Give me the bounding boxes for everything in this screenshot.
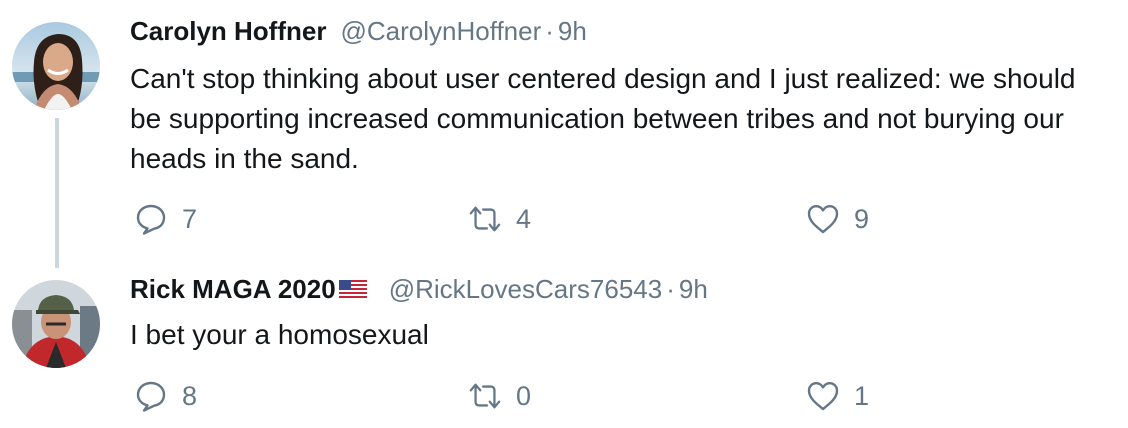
retweet-button[interactable]: 0 xyxy=(468,376,531,416)
avatar[interactable] xyxy=(12,22,100,110)
tweet-text: I bet your a homosexual xyxy=(130,319,429,350)
tweet-actions: 7 4 9 xyxy=(130,199,1030,239)
reply-button[interactable]: 7 xyxy=(134,199,197,239)
tweet[interactable]: Rick MAGA 2020 @RickLovesCars76543 · 9h I … xyxy=(0,262,1128,428)
separator-dot: · xyxy=(666,274,675,304)
tweet-header: Carolyn Hoffner @CarolynHoffner · 9h xyxy=(130,14,587,48)
retweet-icon xyxy=(468,202,502,236)
tweet-actions: 8 0 1 xyxy=(130,376,1030,416)
reply-button[interactable]: 8 xyxy=(134,376,197,416)
tweet-text: Can't stop thinking about user centered … xyxy=(130,63,1076,174)
tweet-timestamp[interactable]: 9h xyxy=(679,274,708,304)
tweet-thread: Carolyn Hoffner @CarolynHoffner · 9h Can't … xyxy=(0,0,1128,428)
like-button[interactable]: 9 xyxy=(806,199,869,239)
thread-line xyxy=(55,118,59,268)
tweet[interactable]: Carolyn Hoffner @CarolynHoffner · 9h Can't … xyxy=(0,0,1128,268)
retweet-count: 4 xyxy=(516,203,532,234)
us-flag-icon xyxy=(338,272,367,306)
retweet-button[interactable]: 4 xyxy=(468,199,531,239)
author-name[interactable]: Rick MAGA 2020 xyxy=(130,274,336,304)
like-button[interactable]: 1 xyxy=(806,376,869,416)
reply-count: 7 xyxy=(182,203,198,234)
author-handle[interactable]: @CarolynHoffner xyxy=(340,16,541,46)
retweet-count: 0 xyxy=(516,380,532,411)
reply-icon xyxy=(134,202,168,236)
tweet-timestamp[interactable]: 9h xyxy=(558,16,587,46)
tweet-header: Rick MAGA 2020 @RickLovesCars76543 · 9h xyxy=(130,272,708,306)
like-count: 9 xyxy=(854,203,870,234)
like-count: 1 xyxy=(854,380,870,411)
avatar[interactable] xyxy=(12,280,100,368)
reply-count: 8 xyxy=(182,380,198,411)
author-handle[interactable]: @RickLovesCars76543 xyxy=(389,274,663,304)
separator-dot: · xyxy=(545,16,554,46)
reply-icon xyxy=(134,379,168,413)
retweet-icon xyxy=(468,379,502,413)
like-icon xyxy=(806,379,840,413)
like-icon xyxy=(806,202,840,236)
author-name[interactable]: Carolyn Hoffner xyxy=(130,16,326,46)
